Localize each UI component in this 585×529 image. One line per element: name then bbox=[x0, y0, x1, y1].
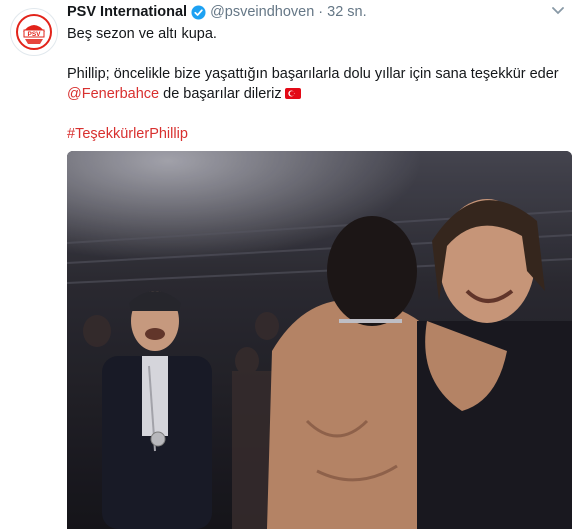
turkey-flag-icon bbox=[284, 88, 301, 99]
tweet-card: PSV PSV International @psveindhoven · 32… bbox=[0, 0, 585, 529]
mention-link[interactable]: @Fenerbahce bbox=[67, 86, 159, 102]
tweet-line-3: @Fenerbahce de başarılar dileriz bbox=[67, 84, 567, 104]
tweet-line-3-text: de başarılar dileriz bbox=[159, 86, 282, 102]
tweet-line-2: Phillip; öncelikle bize yaşattığın başar… bbox=[67, 66, 559, 82]
tweet-header: PSV International @psveindhoven · 32 sn. bbox=[67, 2, 367, 22]
verified-badge-icon bbox=[191, 4, 206, 20]
hashtag-line: #TeşekkürlerPhillip bbox=[67, 124, 567, 144]
hashtag-link[interactable]: #TeşekkürlerPhillip bbox=[67, 126, 188, 142]
separator-dot: · bbox=[318, 4, 324, 20]
more-options-chevron-icon[interactable] bbox=[549, 4, 567, 18]
svg-text:PSV: PSV bbox=[27, 31, 41, 38]
psv-logo-icon: PSV bbox=[12, 10, 56, 54]
tweet-timestamp[interactable]: 32 sn. bbox=[327, 4, 367, 20]
account-avatar[interactable]: PSV bbox=[10, 8, 58, 56]
account-name[interactable]: PSV International bbox=[67, 4, 187, 20]
account-handle[interactable]: @psveindhoven bbox=[210, 4, 314, 20]
tweet-media-video[interactable] bbox=[67, 151, 572, 529]
celebration-photo bbox=[67, 151, 572, 529]
tweet-line-1: Beş sezon ve altı kupa. bbox=[67, 26, 217, 42]
tweet-text: Beş sezon ve altı kupa. Phillip; öncelik… bbox=[67, 24, 567, 144]
